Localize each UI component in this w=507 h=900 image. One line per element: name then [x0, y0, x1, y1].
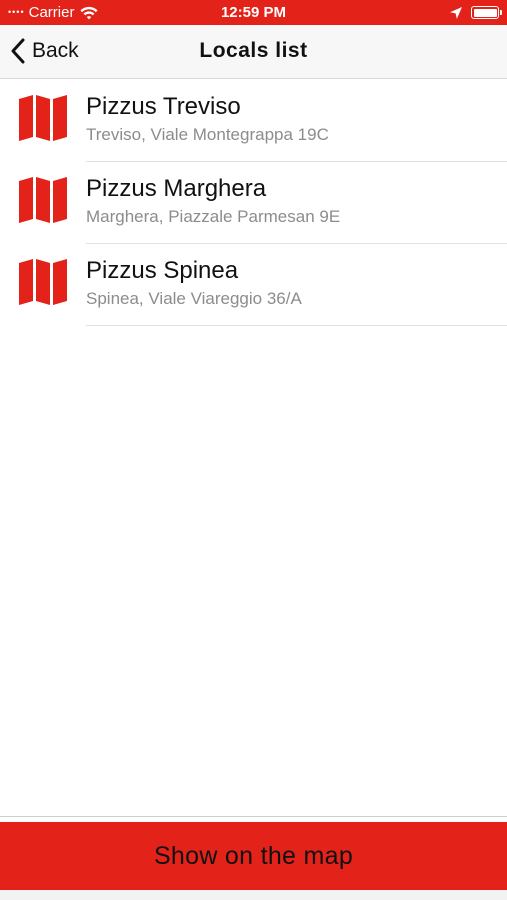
list-item-pizzus-treviso[interactable]: Pizzus Treviso Treviso, Viale Montegrapp… [0, 80, 507, 162]
battery-tip [500, 10, 502, 15]
local-name: Pizzus Spinea [86, 257, 239, 284]
list-separator [86, 325, 507, 326]
local-address: Spinea, Viale Viareggio 36/A [86, 289, 302, 308]
location-arrow-icon [449, 6, 463, 20]
map-icon [19, 259, 67, 305]
local-name: Pizzus Treviso [86, 93, 241, 120]
map-icon [19, 95, 67, 141]
local-address: Marghera, Piazzale Parmesan 9E [86, 207, 341, 226]
local-name: Pizzus Marghera [86, 175, 267, 202]
local-address: Treviso, Viale Montegrappa 19C [86, 125, 329, 144]
battery-icon [471, 6, 502, 19]
map-icon [19, 177, 67, 223]
list-item-pizzus-spinea[interactable]: Pizzus Spinea Spinea, Viale Viareggio 36… [0, 244, 507, 326]
status-bar: •••• Carrier 12:59 PM [0, 0, 507, 25]
home-indicator-area [0, 890, 507, 900]
screen: •••• Carrier 12:59 PM Back Locals list P… [0, 0, 507, 900]
list-item-pizzus-marghera[interactable]: Pizzus Marghera Marghera, Piazzale Parme… [0, 162, 507, 244]
battery-fill [473, 8, 497, 17]
bottom-divider [0, 816, 507, 817]
navigation-bar: Back Locals list [0, 25, 507, 79]
show-on-map-label: Show on the map [153, 841, 354, 870]
status-time: 12:59 PM [220, 4, 287, 21]
show-on-map-button[interactable]: Show on the map [0, 822, 507, 890]
locals-list: Pizzus Treviso Treviso, Viale Montegrapp… [0, 80, 507, 326]
page-title: Locals list [199, 39, 308, 62]
status-right [449, 0, 502, 25]
